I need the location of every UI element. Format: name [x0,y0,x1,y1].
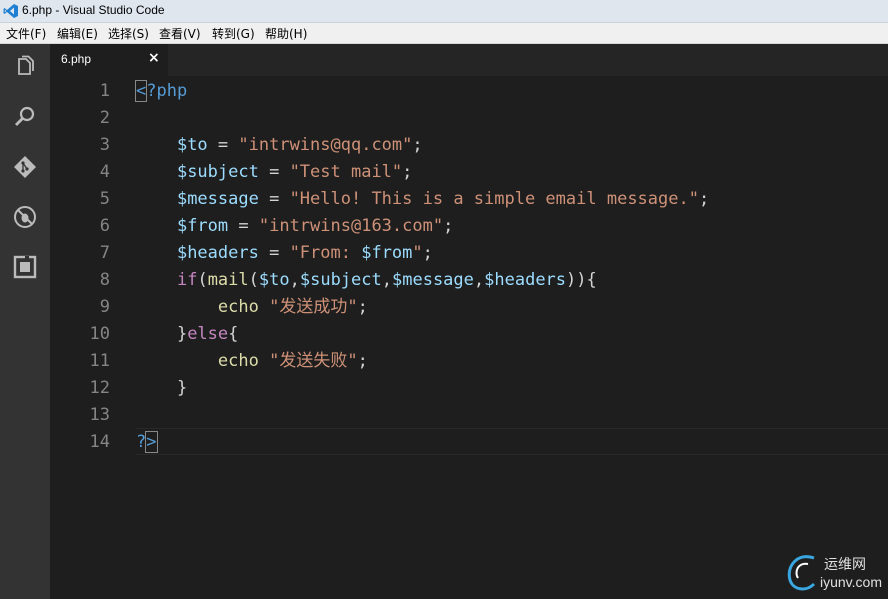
line-number: 5 [99,189,110,209]
line-number: 13 [89,405,110,425]
watermark-swirl-icon [787,555,816,591]
tab-6-php[interactable]: 6.php × [50,44,168,76]
line-number: 8 [99,270,110,290]
code-editor[interactable]: 1 <?php 2 3 $to = "intrwins@qq.com"; 4 $subj… [50,76,888,599]
line-number: 1 [99,81,110,101]
menu-go[interactable]: 转到(G) [212,25,255,42]
code-line[interactable]: 10 }else{ [50,321,888,348]
watermark-logo: 运维网 iyunv.com [780,548,888,598]
line-number: 3 [99,135,110,155]
code-line[interactable]: 3 $to = "intrwins@qq.com"; [50,132,888,159]
line-number: 10 [89,324,110,344]
code-line[interactable]: 2 [50,105,888,132]
menu-bar: 文件(F) 编辑(E) 选择(S) 查看(V) 转到(G) 帮助(H) [0,23,888,44]
code-line[interactable]: 5 $message = "Hello! This is a simple em… [50,186,888,213]
code-line[interactable]: 12 } [50,375,888,402]
tab-label: 6.php [61,52,92,66]
code-line[interactable]: 7 $headers = "From: $from"; [50,240,888,267]
line-number: 9 [99,297,110,317]
explorer-icon[interactable] [13,55,37,79]
tab-strip: 6.php × [50,44,888,76]
menu-help[interactable]: 帮助(H) [265,25,307,42]
code-line[interactable]: 13 [50,402,888,429]
menu-view[interactable]: 查看(V) [159,25,201,42]
extensions-icon[interactable] [13,255,37,279]
code-text: }else{ [136,324,239,344]
code-line[interactable]: 4 $subject = "Test mail"; [50,159,888,186]
line-number: 2 [99,108,110,128]
close-icon[interactable]: × [148,50,160,66]
activity-bar [0,44,50,599]
watermark-cn: 运维网 [824,557,866,573]
menu-file[interactable]: 文件(F) [6,25,46,42]
code-text: $headers = "From: $from"; [176,243,433,263]
code-text: <?php [134,80,188,102]
code-text: echo "发送成功"; [217,297,368,317]
code-text: if(mail($to,$subject,$message,$headers))… [176,270,597,290]
code-line[interactable]: 6 $from = "intrwins@163.com"; [50,213,888,240]
search-icon[interactable] [13,105,37,129]
code-line[interactable]: 1 <?php [50,78,888,105]
line-number: 6 [99,216,110,236]
code-line[interactable]: 11 echo "发送失败"; [50,348,888,375]
code-line[interactable]: 9 echo "发送成功"; [50,294,888,321]
line-number: 4 [99,162,110,182]
window-title: 6.php - Visual Studio Code [22,3,165,17]
code-text: } [136,378,188,398]
code-text: $subject = "Test mail"; [176,162,413,182]
line-number: 11 [89,351,110,371]
vscode-logo-icon [3,4,18,18]
debug-icon[interactable] [13,205,37,229]
git-icon[interactable] [13,155,37,179]
code-text: echo "发送失败"; [217,351,368,371]
code-text: ?> [136,431,158,453]
menu-edit[interactable]: 编辑(E) [57,25,98,42]
line-number: 7 [99,243,110,263]
title-bar: 6.php - Visual Studio Code [0,0,888,23]
code-line[interactable]: 8 if(mail($to,$subject,$message,$headers… [50,267,888,294]
watermark-url: iyunv.com [820,574,882,590]
line-number: 14 [89,432,110,452]
code-text: $message = "Hello! This is a simple emai… [176,189,710,209]
line-number: 12 [89,378,110,398]
menu-selection[interactable]: 选择(S) [108,25,149,42]
code-line[interactable]: 14 ?> [50,429,888,456]
code-text: $from = "intrwins@163.com"; [176,216,454,236]
code-text: $to = "intrwins@qq.com"; [176,135,423,155]
